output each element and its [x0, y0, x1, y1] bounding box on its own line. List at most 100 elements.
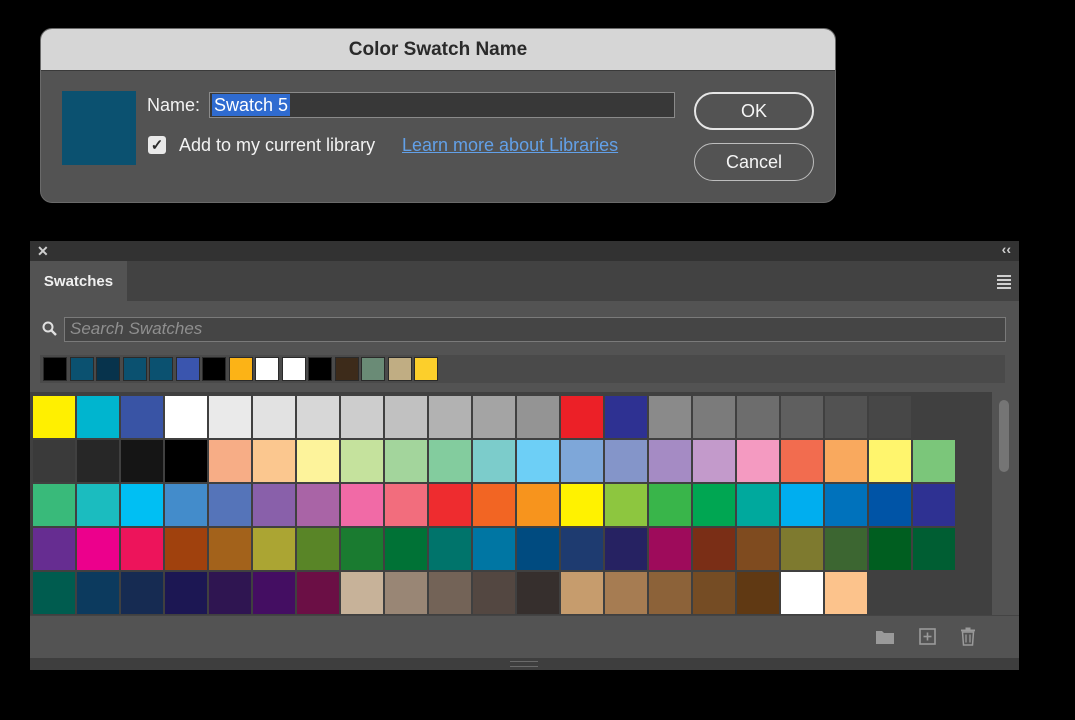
- swatch[interactable]: [429, 396, 471, 438]
- swatch[interactable]: [517, 440, 559, 482]
- recent-swatch[interactable]: [149, 357, 173, 381]
- swatch[interactable]: [473, 484, 515, 526]
- swatch[interactable]: [517, 396, 559, 438]
- panel-menu-icon[interactable]: [997, 275, 1011, 291]
- scrollbar[interactable]: [992, 392, 1019, 615]
- swatch[interactable]: [341, 440, 383, 482]
- swatch[interactable]: [297, 528, 339, 570]
- swatch[interactable]: [737, 572, 779, 614]
- collapse-icon[interactable]: ‹‹: [1002, 241, 1011, 257]
- swatch[interactable]: [385, 572, 427, 614]
- swatch[interactable]: [869, 396, 911, 438]
- swatch[interactable]: [737, 484, 779, 526]
- swatch[interactable]: [781, 484, 823, 526]
- swatch[interactable]: [385, 396, 427, 438]
- swatch[interactable]: [649, 572, 691, 614]
- recent-swatch[interactable]: [69, 357, 94, 381]
- new-swatch-icon[interactable]: [919, 628, 936, 645]
- swatch[interactable]: [77, 572, 119, 614]
- swatch[interactable]: [121, 528, 163, 570]
- name-field[interactable]: Swatch 5: [209, 92, 675, 118]
- swatch[interactable]: [825, 440, 867, 482]
- swatch[interactable]: [913, 484, 955, 526]
- recent-swatch[interactable]: [387, 357, 412, 381]
- folder-icon[interactable]: [875, 629, 895, 645]
- recent-swatch[interactable]: [175, 357, 200, 381]
- swatch[interactable]: [33, 396, 75, 438]
- swatch[interactable]: [341, 572, 383, 614]
- swatch[interactable]: [781, 396, 823, 438]
- swatch[interactable]: [165, 484, 207, 526]
- swatch[interactable]: [429, 528, 471, 570]
- swatch[interactable]: [121, 572, 163, 614]
- swatch[interactable]: [297, 440, 339, 482]
- swatch[interactable]: [209, 528, 251, 570]
- swatch[interactable]: [253, 572, 295, 614]
- swatch[interactable]: [517, 528, 559, 570]
- add-to-library-checkbox[interactable]: ✓: [148, 136, 166, 154]
- swatch[interactable]: [429, 572, 471, 614]
- swatch[interactable]: [693, 484, 735, 526]
- swatch[interactable]: [297, 396, 339, 438]
- swatch[interactable]: [913, 528, 955, 570]
- swatch[interactable]: [253, 396, 295, 438]
- swatch[interactable]: [209, 440, 251, 482]
- swatch[interactable]: [649, 484, 691, 526]
- resize-grip-icon[interactable]: [510, 661, 538, 667]
- swatch[interactable]: [913, 440, 955, 482]
- swatch[interactable]: [429, 440, 471, 482]
- swatch[interactable]: [825, 484, 867, 526]
- recent-swatch[interactable]: [334, 357, 359, 381]
- ok-button[interactable]: OK: [694, 92, 814, 130]
- swatch[interactable]: [605, 572, 647, 614]
- swatch[interactable]: [561, 572, 603, 614]
- swatch[interactable]: [253, 440, 295, 482]
- trash-icon[interactable]: [960, 627, 976, 646]
- recent-swatch[interactable]: [96, 357, 120, 381]
- swatch[interactable]: [781, 572, 823, 614]
- swatch[interactable]: [693, 528, 735, 570]
- swatch[interactable]: [297, 484, 339, 526]
- swatch[interactable]: [693, 572, 735, 614]
- swatch[interactable]: [649, 440, 691, 482]
- swatch[interactable]: [33, 572, 75, 614]
- swatch[interactable]: [77, 396, 119, 438]
- swatch[interactable]: [165, 528, 207, 570]
- recent-swatch[interactable]: [202, 357, 226, 381]
- recent-swatch[interactable]: [281, 357, 306, 381]
- swatch[interactable]: [517, 484, 559, 526]
- swatch[interactable]: [77, 484, 119, 526]
- swatch[interactable]: [693, 396, 735, 438]
- swatch[interactable]: [165, 396, 207, 438]
- close-icon[interactable]: ✕: [37, 243, 49, 260]
- swatch[interactable]: [737, 396, 779, 438]
- swatch[interactable]: [473, 396, 515, 438]
- swatch[interactable]: [385, 528, 427, 570]
- swatch[interactable]: [605, 440, 647, 482]
- swatch[interactable]: [649, 528, 691, 570]
- swatch[interactable]: [209, 572, 251, 614]
- tab-swatches[interactable]: Swatches: [30, 261, 127, 301]
- swatch[interactable]: [561, 440, 603, 482]
- swatch[interactable]: [121, 396, 163, 438]
- recent-swatch[interactable]: [255, 357, 279, 381]
- recent-swatch[interactable]: [43, 357, 67, 381]
- swatch[interactable]: [825, 396, 867, 438]
- cancel-button[interactable]: Cancel: [694, 143, 814, 181]
- swatch[interactable]: [517, 572, 559, 614]
- swatch[interactable]: [869, 484, 911, 526]
- swatch[interactable]: [165, 572, 207, 614]
- swatch[interactable]: [385, 484, 427, 526]
- swatch[interactable]: [121, 440, 163, 482]
- swatch[interactable]: [33, 440, 75, 482]
- swatch[interactable]: [77, 528, 119, 570]
- learn-more-libraries-link[interactable]: Learn more about Libraries: [402, 135, 618, 156]
- recent-swatch[interactable]: [308, 357, 332, 381]
- swatch[interactable]: [649, 396, 691, 438]
- swatch[interactable]: [429, 484, 471, 526]
- recent-swatch[interactable]: [122, 357, 147, 381]
- swatch[interactable]: [209, 484, 251, 526]
- swatch[interactable]: [473, 528, 515, 570]
- swatch[interactable]: [253, 528, 295, 570]
- swatch[interactable]: [869, 440, 911, 482]
